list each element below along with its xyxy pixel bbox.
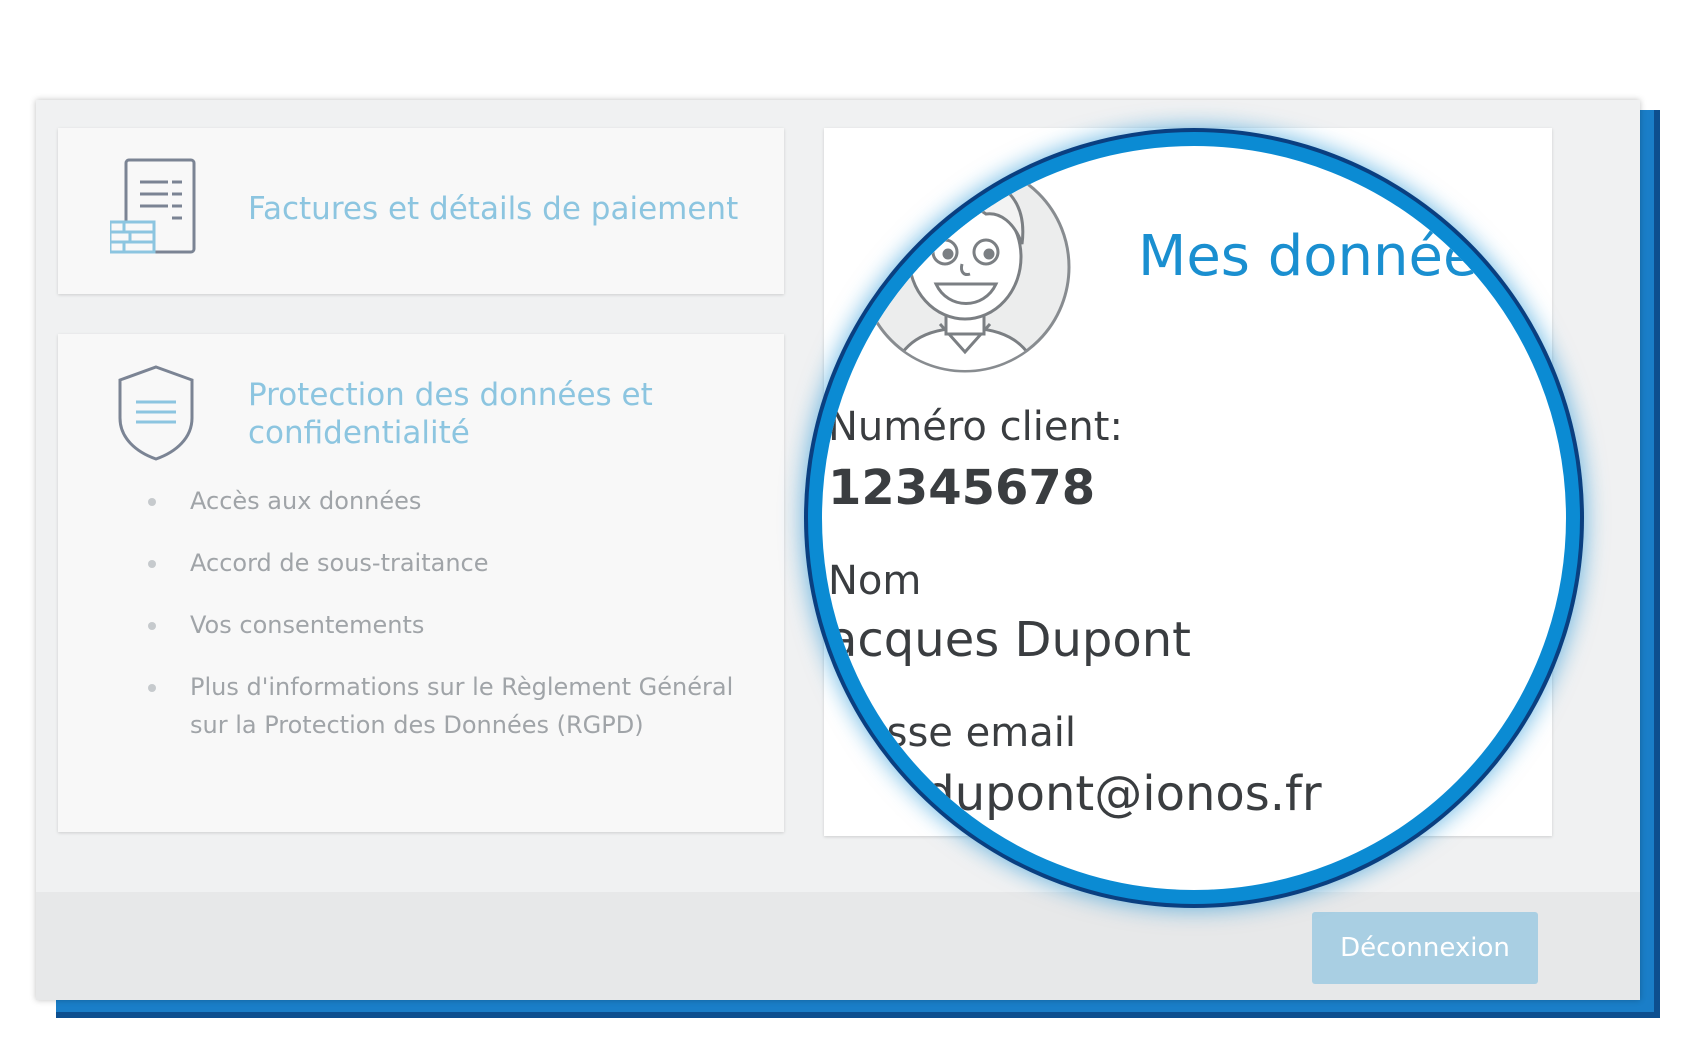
privacy-links-list: Accès aux données Accord de sous-traitan… [148,482,748,768]
invoices-title[interactable]: Factures et détails de paiement [248,190,738,228]
user-avatar [850,152,1080,387]
email-label: esse email [862,710,1076,756]
privacy-card: Protection des données et confidentialit… [58,334,784,832]
footer-bar: Déconnexion [36,892,1640,1000]
my-data-title: Mes données [1138,224,1507,289]
privacy-title[interactable]: Protection des données et confidentialit… [248,376,748,452]
email-value: s.dupont@ionos.fr [884,766,1322,822]
invoice-document-icon [108,158,200,259]
magnifier-lens: Mes données Numéro client: 12345678 Nom … [808,132,1580,904]
name-label: Nom [828,558,922,604]
customer-number-label: Numéro client: [828,404,1123,450]
shield-icon [116,364,196,467]
logout-button[interactable]: Déconnexion [1312,912,1538,984]
invoices-card[interactable]: Factures et détails de paiement [58,128,784,294]
privacy-link-consents[interactable]: Vos consentements [148,606,748,644]
name-value: acques Dupont [828,612,1191,668]
customer-number-value: 12345678 [828,460,1096,516]
privacy-link-data-access[interactable]: Accès aux données [148,482,748,520]
privacy-link-gdpr-info[interactable]: Plus d'informations sur le Règlement Gén… [148,668,748,744]
privacy-link-subcontracting[interactable]: Accord de sous-traitance [148,544,748,582]
